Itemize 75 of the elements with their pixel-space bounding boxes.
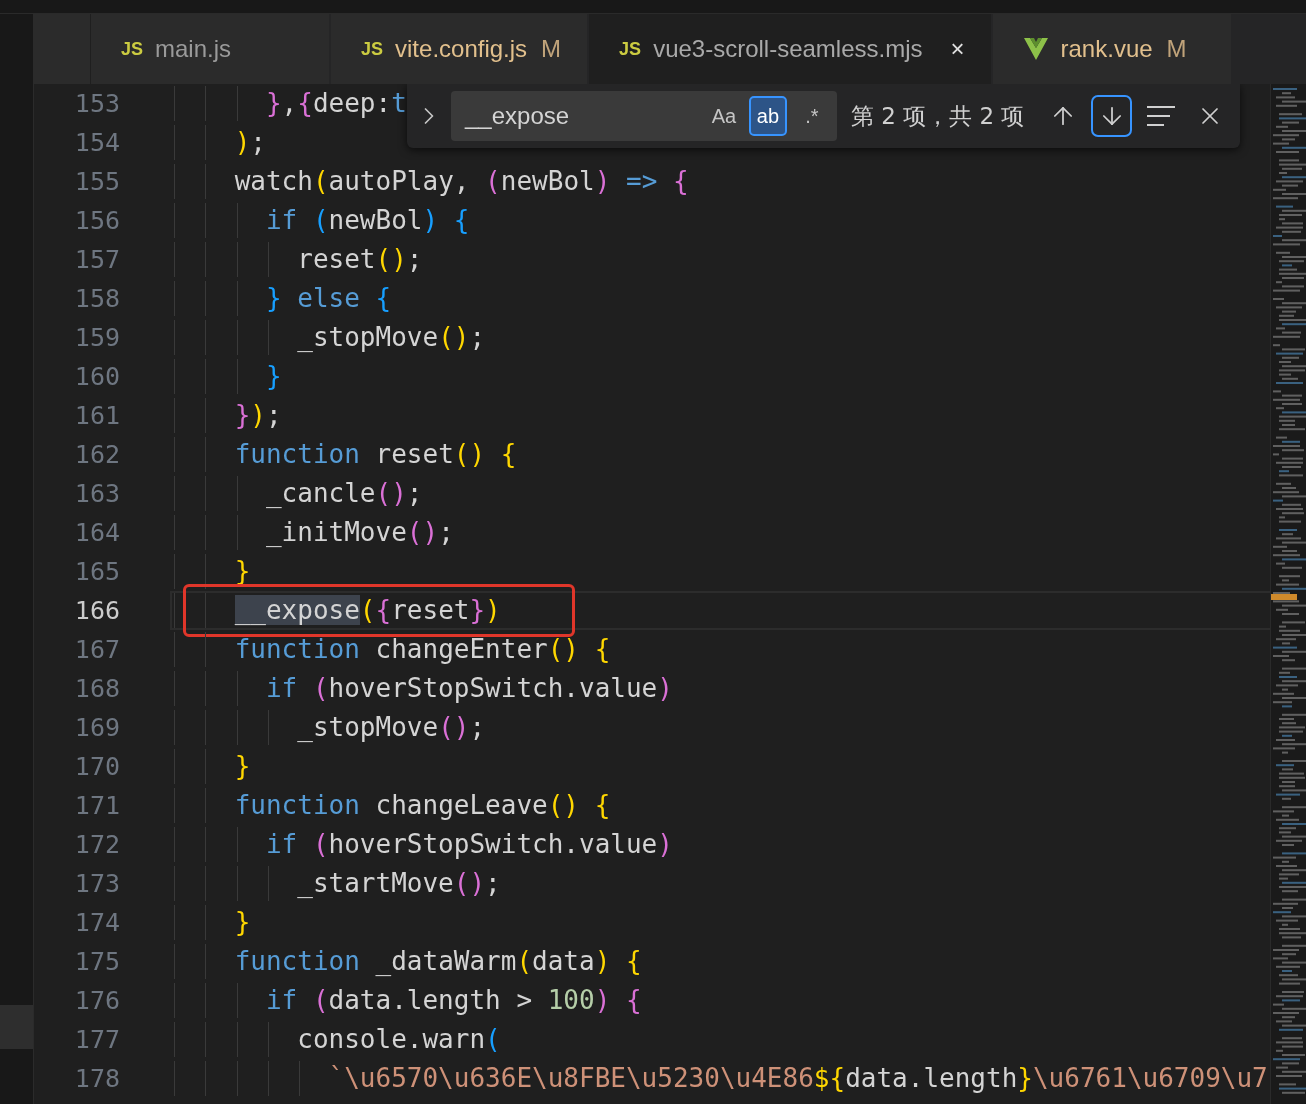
search-option-toggle[interactable]: Aa — [704, 96, 743, 136]
code-line: if (hoverStopSwitch.value) — [265, 829, 673, 859]
code-line: if (data.length > 100) { — [265, 985, 642, 1015]
modified-label: M — [541, 35, 562, 63]
js-file-icon: JS — [619, 38, 642, 60]
code-line: if (hoverStopSwitch.value) — [265, 673, 673, 703]
editor-tab[interactable]: JS main.js — [91, 14, 329, 84]
code-line: if (newBol) { — [265, 205, 470, 235]
line-number: 168 — [73, 673, 121, 705]
line-number: 177 — [73, 1024, 121, 1056]
line-number: 170 — [73, 751, 121, 783]
next-match-button[interactable] — [1091, 95, 1133, 137]
find-input[interactable]: __expose Aa ab .* — [451, 91, 837, 141]
code-line: function changeLeave() { — [234, 790, 611, 820]
code-line: }); — [234, 400, 282, 430]
code-line: function reset() { — [234, 439, 517, 469]
js-file-icon: JS — [121, 38, 144, 60]
close-tab-button[interactable]: × — [950, 35, 965, 63]
code-line: reset(); — [297, 244, 423, 274]
code-line: ); — [234, 127, 266, 157]
line-number: 164 — [73, 517, 121, 549]
code-line: _stopMove(); — [297, 322, 486, 352]
code-line: _initMove(); — [265, 517, 454, 547]
code-line: function changeEnter() { — [234, 634, 611, 664]
code-line: _stopMove(); — [297, 712, 486, 742]
tab-label: rank.vue — [1060, 35, 1153, 63]
line-number: 162 — [73, 439, 121, 471]
line-number: 172 — [73, 829, 121, 861]
line-number: 160 — [73, 361, 121, 393]
line-number: 158 — [73, 283, 121, 315]
code-line: watch(autoPlay, (newBol) => { — [234, 166, 689, 196]
line-number: 156 — [73, 205, 121, 237]
code-line: _cancle(); — [265, 478, 423, 508]
line-number: 174 — [73, 907, 121, 939]
match-count: 第 2 项，共 2 项 — [850, 101, 1025, 131]
editor-tab[interactable]: JS vue3-scroll-seamless.mjs × — [589, 14, 991, 84]
editor-tab[interactable]: JS vite.config.js M — [331, 14, 588, 84]
line-number: 157 — [73, 244, 121, 276]
line-number: 167 — [73, 634, 121, 666]
code-line: `\u6570\u636E\u8FBE\u5230\u4E86${data.length}\u6761\u6709\u7 — [328, 1063, 1268, 1093]
line-number: 154 — [73, 127, 121, 159]
code-line: } — [234, 556, 251, 586]
line-number: 175 — [73, 946, 121, 978]
line-number: 176 — [73, 985, 121, 1017]
code-line: function _dataWarm(data) { — [234, 946, 642, 976]
line-number: 178 — [73, 1063, 121, 1095]
modified-label: M — [1166, 35, 1187, 63]
code-line: } — [234, 751, 251, 781]
tab-label: vite.config.js — [395, 35, 528, 63]
line-number: 153 — [73, 88, 121, 120]
tab-label: vue3-scroll-seamless.mjs — [653, 35, 923, 63]
editor-tab[interactable]: rank.vue M — [992, 14, 1231, 84]
line-number: 166 — [73, 595, 121, 627]
search-option-toggle[interactable]: .* — [792, 96, 831, 136]
line-number: 155 — [73, 166, 121, 198]
find-in-selection-icon — [1145, 105, 1176, 127]
line-number: 173 — [73, 868, 121, 900]
code-line: } — [234, 907, 251, 937]
line-number: 165 — [73, 556, 121, 588]
minimap-drawing[interactable] — [1270, 84, 1306, 1104]
line-number: 169 — [73, 712, 121, 744]
code-line: __expose({reset}) — [234, 595, 501, 625]
code-line: } — [265, 361, 282, 391]
code-line: console.warn( — [297, 1024, 501, 1054]
code-line: } else { — [265, 283, 392, 313]
line-number: 163 — [73, 478, 121, 510]
tab-label: main.js — [155, 35, 232, 63]
vue-file-icon — [1022, 37, 1049, 61]
line-number: 159 — [73, 322, 121, 354]
search-option-toggle[interactable]: ab — [748, 96, 787, 136]
line-number: 161 — [73, 400, 121, 432]
code-line: _startMove(); — [297, 868, 501, 898]
js-file-icon: JS — [361, 38, 384, 60]
line-number: 171 — [73, 790, 121, 822]
code-line: },{deep:t — [265, 88, 407, 118]
